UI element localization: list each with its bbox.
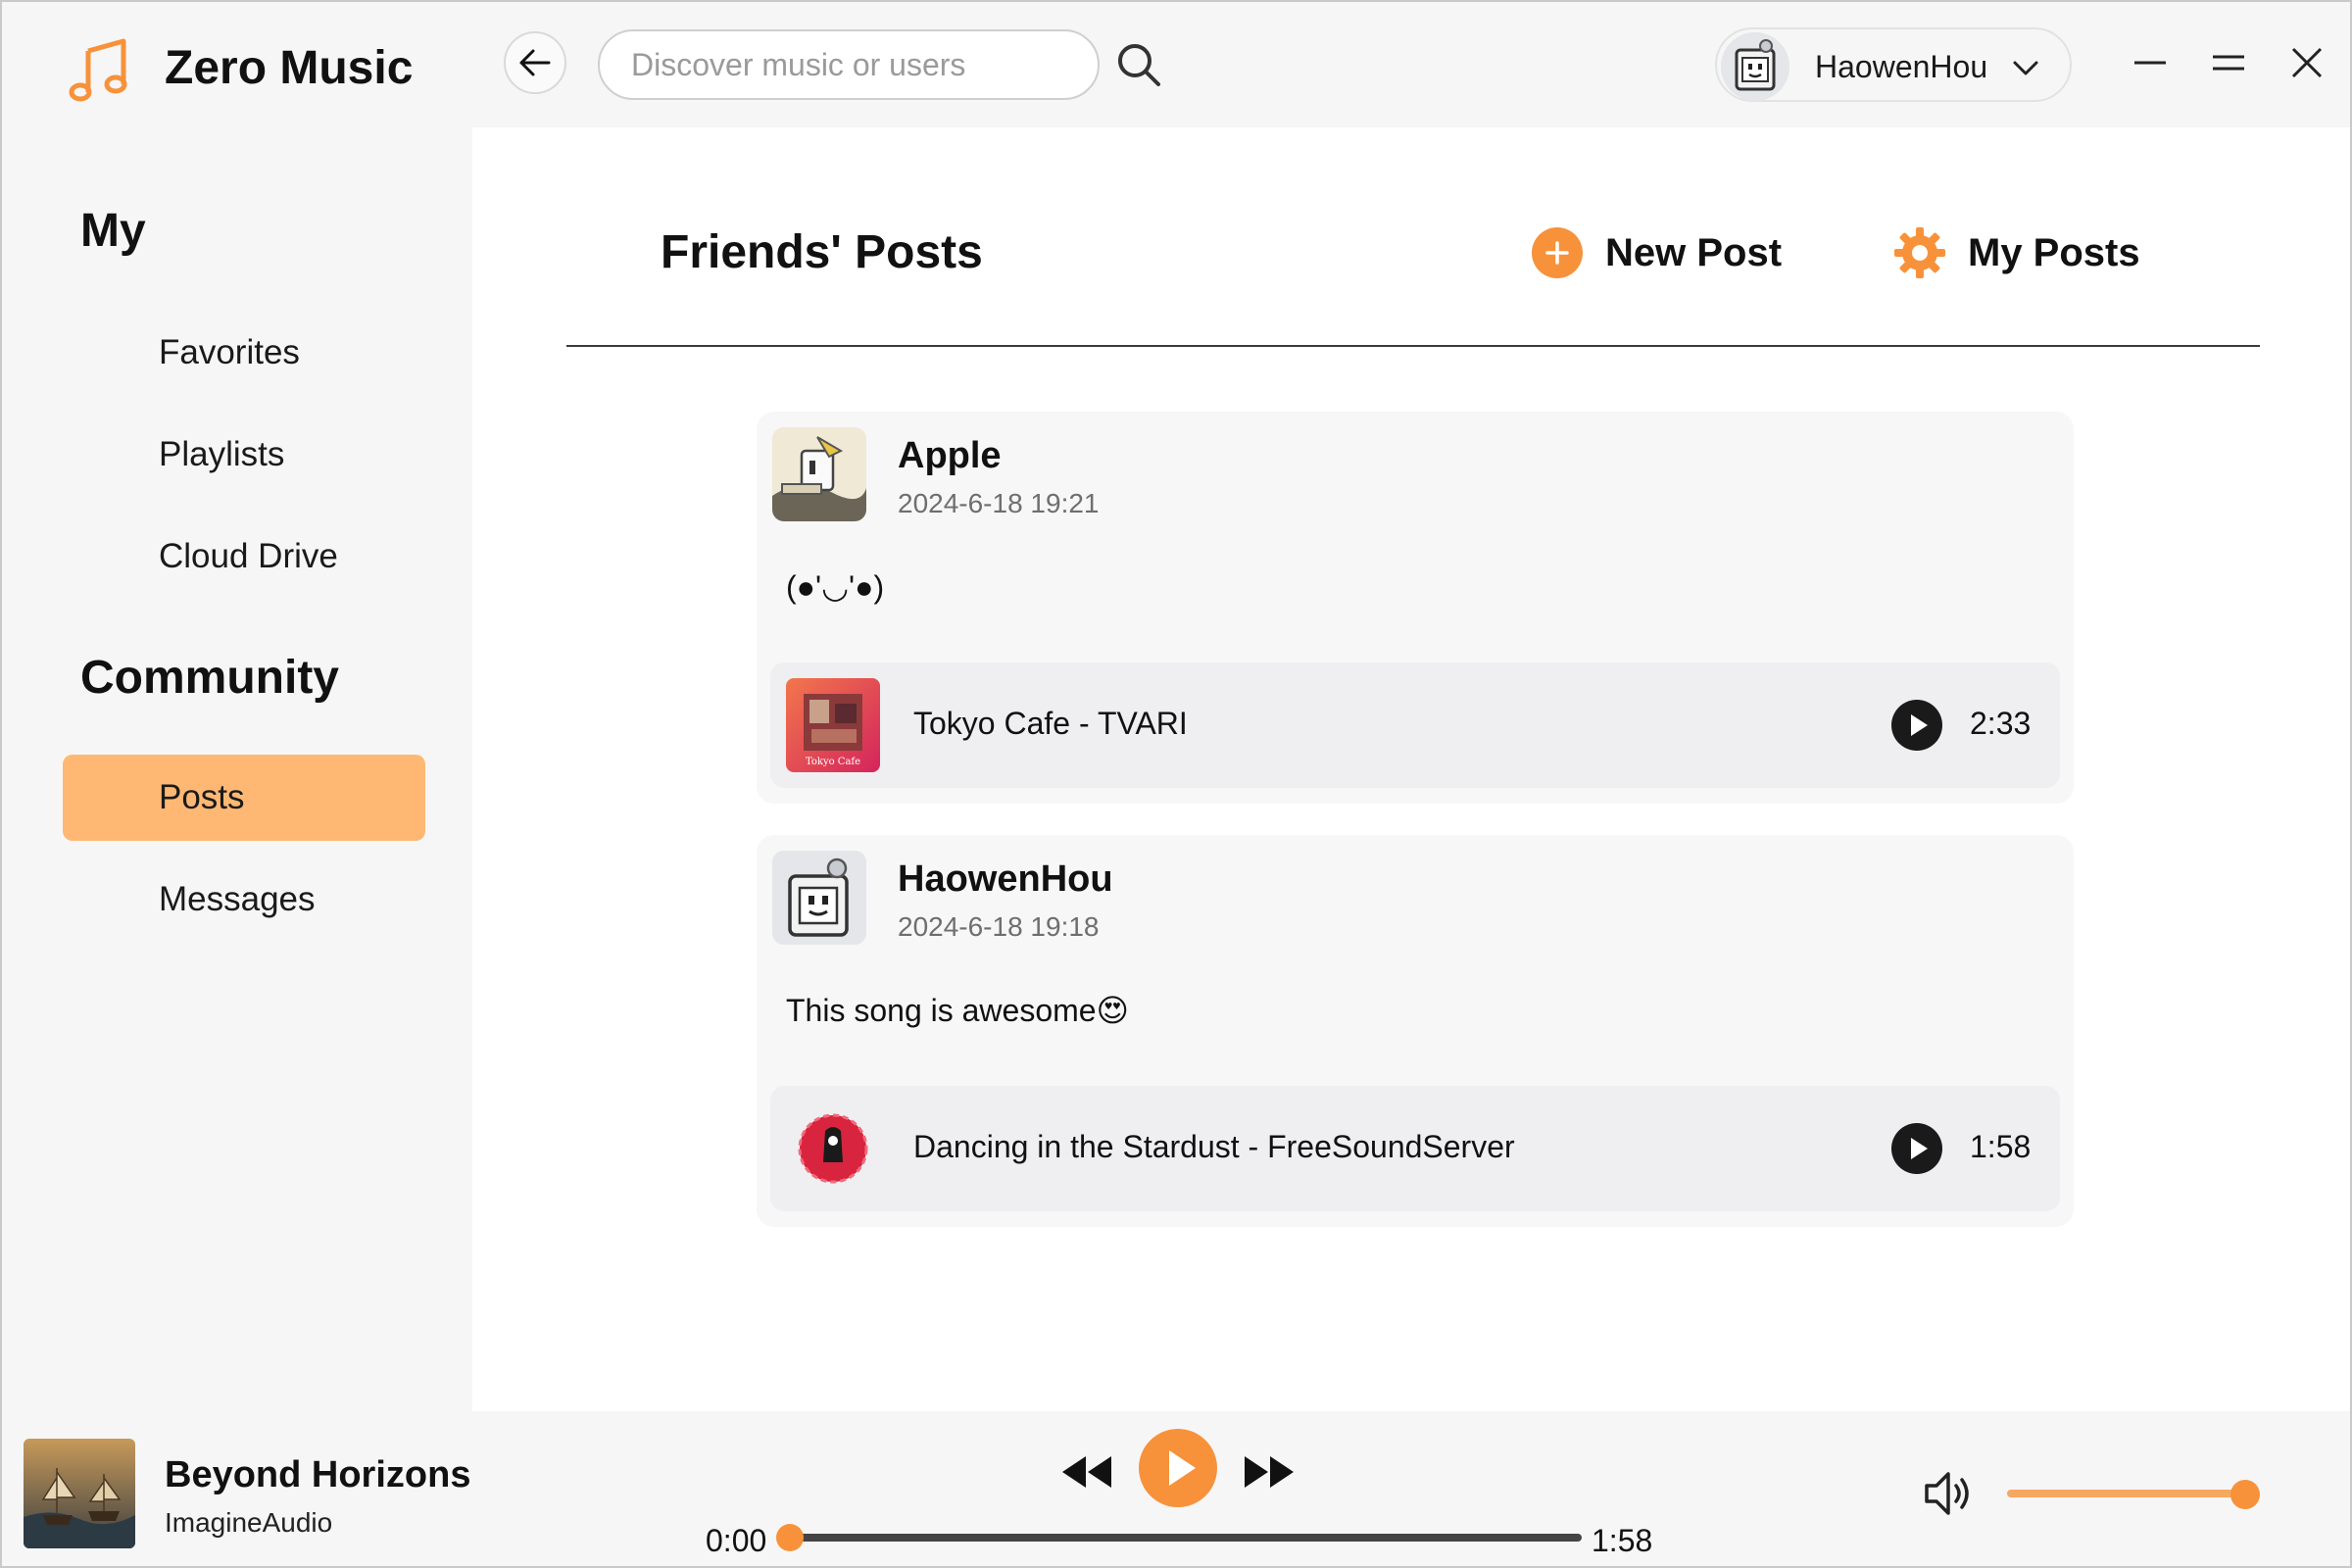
sidebar: My Favorites Playlists Cloud Drive Commu… bbox=[2, 127, 472, 1411]
volume-slider[interactable] bbox=[2007, 1490, 2246, 1497]
search-icon[interactable] bbox=[1115, 41, 1162, 88]
play-pause-icon[interactable] bbox=[1139, 1429, 1217, 1507]
volume-handle[interactable] bbox=[2230, 1480, 2260, 1509]
sidebar-heading-my: My bbox=[80, 205, 146, 257]
gear-icon bbox=[1894, 227, 1945, 278]
now-playing-artist[interactable]: ImagineAudio bbox=[165, 1507, 332, 1539]
back-button[interactable] bbox=[504, 31, 566, 94]
music-note-icon bbox=[69, 38, 127, 102]
sidebar-item-favorites[interactable]: Favorites bbox=[63, 310, 425, 396]
post-avatar[interactable] bbox=[772, 427, 866, 521]
next-icon[interactable] bbox=[1243, 1452, 1296, 1492]
divider bbox=[566, 345, 2260, 347]
sidebar-item-cloud-drive[interactable]: Cloud Drive bbox=[63, 514, 425, 600]
arrow-left-icon bbox=[519, 49, 551, 76]
post-author[interactable]: Apple bbox=[898, 435, 1002, 477]
song-cover bbox=[786, 1102, 880, 1196]
song-title: Tokyo Cafe - TVARI bbox=[913, 706, 1188, 741]
play-icon[interactable] bbox=[1891, 1123, 1942, 1174]
post-avatar[interactable] bbox=[772, 851, 866, 945]
minimize-icon[interactable] bbox=[2129, 41, 2172, 84]
song-title: Dancing in the Stardust - FreeSoundServe… bbox=[913, 1129, 1515, 1164]
sidebar-item-posts[interactable]: Posts bbox=[63, 755, 425, 841]
volume-icon[interactable] bbox=[1921, 1466, 1976, 1521]
progress-bar[interactable] bbox=[790, 1534, 1582, 1542]
maximize-icon[interactable] bbox=[2207, 41, 2250, 84]
new-post-button[interactable]: New Post bbox=[1531, 221, 1782, 284]
player-bar: Beyond Horizons ImagineAudio 0:00 1:58 bbox=[2, 1411, 2350, 1566]
song-card[interactable]: Dancing in the Stardust - FreeSoundServe… bbox=[770, 1086, 2060, 1211]
my-posts-label: My Posts bbox=[1968, 230, 2140, 274]
sidebar-item-messages[interactable]: Messages bbox=[63, 857, 425, 943]
song-cover: Tokyo Cafe bbox=[786, 678, 880, 772]
plus-circle-icon bbox=[1532, 227, 1583, 278]
previous-icon[interactable] bbox=[1060, 1452, 1113, 1492]
total-time: 1:58 bbox=[1592, 1523, 1653, 1558]
sidebar-heading-community: Community bbox=[80, 652, 339, 704]
main-panel: Friends' Posts New Post My Posts Apple 2… bbox=[472, 127, 2350, 1411]
post-time: 2024-6-18 19:21 bbox=[898, 488, 1100, 518]
avatar bbox=[1721, 32, 1789, 101]
page-title: Friends' Posts bbox=[661, 226, 983, 278]
close-icon[interactable] bbox=[2285, 41, 2328, 84]
progress-handle[interactable] bbox=[776, 1524, 804, 1551]
sidebar-item-playlists[interactable]: Playlists bbox=[63, 412, 425, 498]
chevron-down-icon bbox=[2013, 61, 2038, 75]
svg-text:Tokyo Cafe: Tokyo Cafe bbox=[806, 757, 860, 767]
current-time: 0:00 bbox=[706, 1523, 767, 1558]
my-posts-button[interactable]: My Posts bbox=[1893, 221, 2140, 284]
post-time: 2024-6-18 19:18 bbox=[898, 911, 1100, 942]
now-playing-cover[interactable] bbox=[24, 1439, 135, 1548]
post-text: (●'◡'●) bbox=[786, 569, 885, 605]
user-name: HaowenHou bbox=[1815, 49, 1988, 84]
song-card[interactable]: Tokyo Cafe Tokyo Cafe - TVARI 2:33 bbox=[770, 662, 2060, 788]
post-author[interactable]: HaowenHou bbox=[898, 858, 1113, 901]
post-card: HaowenHou 2024-6-18 19:18 This song is a… bbox=[757, 835, 2074, 1227]
new-post-label: New Post bbox=[1605, 230, 1783, 274]
user-menu[interactable]: HaowenHou bbox=[1715, 27, 2072, 102]
title-bar: Zero Music HaowenHou bbox=[2, 2, 2350, 127]
song-duration: 1:58 bbox=[1970, 1129, 2032, 1164]
app-title: Zero Music bbox=[165, 42, 414, 94]
post-text: This song is awesome😍 bbox=[786, 993, 1129, 1028]
now-playing-title: Beyond Horizons bbox=[165, 1454, 471, 1495]
search-input[interactable] bbox=[598, 29, 1100, 100]
post-card: Apple 2024-6-18 19:21 (●'◡'●) Tokyo Cafe… bbox=[757, 412, 2074, 804]
play-icon[interactable] bbox=[1891, 700, 1942, 751]
song-duration: 2:33 bbox=[1970, 706, 2032, 741]
